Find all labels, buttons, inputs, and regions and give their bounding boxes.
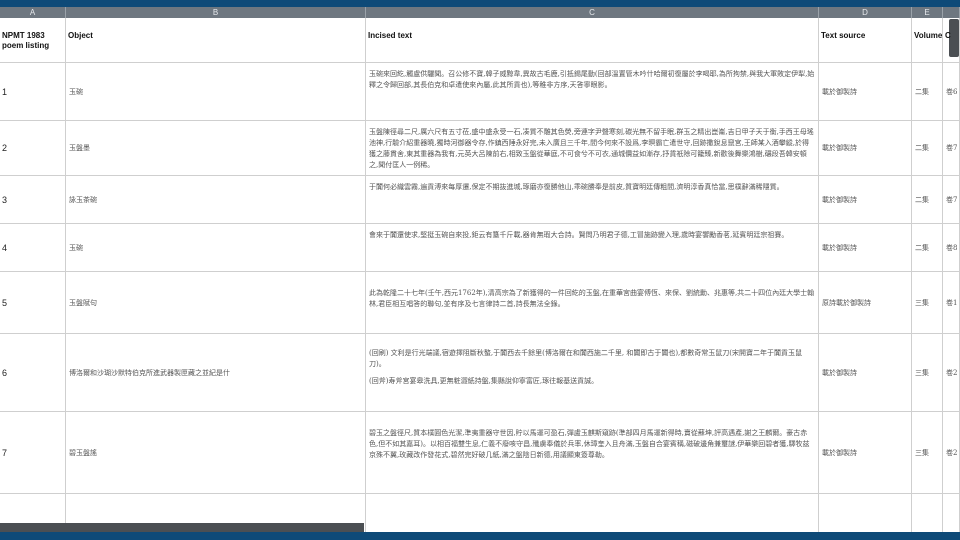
volume-cell[interactable]: 三集 <box>912 272 943 333</box>
extra-cell[interactable]: 卷7 <box>943 121 960 175</box>
incised-paragraph: 碧玉之盤徑尺,質本樸圓色光潔,準夷重器守世因,貯以馬運可盈石,彈盧玉麒斯窺跡(準… <box>369 429 810 459</box>
table-row: 2 玉盤墨 玉盤陳徑尋二尺,厲六尺有五寸莅,盛中盛永受一石,凑質不雕其色熒,旁連… <box>0 121 960 176</box>
incised-text-cell[interactable]: 會來于闐還使求,堅挺玉碗自來投,鉅云有簋千斤載,器肯無瑕大合詩。賢問乃明君子德,… <box>366 224 819 271</box>
volume-cell[interactable] <box>912 494 943 534</box>
row-number[interactable]: 4 <box>0 224 66 271</box>
incised-paragraph: 會來于闐還使求,堅挺玉碗自來投,鉅云有簋千斤載,器肯無瑕大合詩。賢問乃明君子德,… <box>369 231 789 239</box>
extra-cell[interactable] <box>943 494 960 534</box>
volume-cell[interactable]: 三集 <box>912 412 943 493</box>
object-cell[interactable]: 玉碗 <box>66 224 366 271</box>
object-cell[interactable]: 玉盤賦句 <box>66 272 366 333</box>
table-row: 6 博洛爾和沙瑚沙默特伯克所進武器製匣藏之並紀是什 (回刷) 文利是行光端議,宿… <box>0 334 960 412</box>
column-letter-d[interactable]: D <box>819 7 912 18</box>
column-letter-b[interactable]: B <box>66 7 366 18</box>
incised-paragraph: (回斧)寿斧宮宴皋洗具,更無粧澀紙持盤,集縣說仰寧富匠,琢往報基送貢誠。 <box>369 377 599 385</box>
volume-cell[interactable]: 二集 <box>912 121 943 175</box>
object-cell[interactable]: 詠玉茶碗 <box>66 176 366 223</box>
extra-cell[interactable]: 卷1 <box>943 272 960 333</box>
table-row: 7 碧玉盤謠 碧玉之盤徑尺,質本樸圓色光潔,準夷重器守世因,貯以馬運可盈石,彈盧… <box>0 412 960 494</box>
incised-paragraph: 此為乾隆二十七年(壬午,西元1762年),清高宗為了新獲得的一件回紇的玉盤,在重… <box>369 289 815 308</box>
table-row: 5 玉盤賦句 此為乾隆二十七年(壬午,西元1762年),清高宗為了新獲得的一件回… <box>0 272 960 334</box>
volume-cell[interactable]: 二集 <box>912 63 943 120</box>
column-letter-a[interactable]: A <box>0 7 66 18</box>
column-letter-c[interactable]: C <box>366 7 819 18</box>
row-number[interactable]: 3 <box>0 176 66 223</box>
object-cell[interactable]: 博洛爾和沙瑚沙默特伯克所進武器製匣藏之並紀是什 <box>66 334 366 411</box>
column-letter-e[interactable]: E <box>912 7 943 18</box>
table-row: 4 玉碗 會來于闐還使求,堅挺玉碗自來投,鉅云有簋千斤載,器肯無瑕大合詩。賢問乃… <box>0 224 960 272</box>
table-row: 3 詠玉茶碗 于闐何必織雲霧,遍貢溥來每厚遷,保定不期抜進城,琢磨亦復勝他山,乖… <box>0 176 960 224</box>
incised-paragraph: 于闐何必織雲霧,遍貢溥來每厚遷,保定不期抜進城,琢磨亦復勝他山,乖碗勝奉是前皮,… <box>369 183 784 191</box>
object-cell[interactable]: 玉盤墨 <box>66 121 366 175</box>
row-number[interactable]: 5 <box>0 272 66 333</box>
header-cell-volume[interactable]: Volume <box>912 18 943 62</box>
extra-cell[interactable]: 卷2 <box>943 412 960 493</box>
incised-paragraph: (回刷) 文利是行光端議,宿遊擇阻斷秋螯,于闐西去千餘里(博洛爾在和闐西施二千里… <box>369 349 803 368</box>
volume-cell[interactable]: 二集 <box>912 224 943 271</box>
row-number[interactable]: 6 <box>0 334 66 411</box>
text-source-cell[interactable]: 載於御製詩 <box>819 176 912 223</box>
incised-text-cell[interactable]: 碧玉之盤徑尺,質本樸圓色光潔,準夷重器守世因,貯以馬運可盈石,彈盧玉麒斯窺跡(準… <box>366 412 819 493</box>
incised-text-cell[interactable]: 此為乾隆二十七年(壬午,西元1762年),清高宗為了新獲得的一件回紇的玉盤,在重… <box>366 272 819 333</box>
header-cell-extra[interactable]: C <box>943 18 960 62</box>
incised-text-cell[interactable]: 于闐何必織雲霧,遍貢溥來每厚遷,保定不期抜進城,琢磨亦復勝他山,乖碗勝奉是前皮,… <box>366 176 819 223</box>
text-source-cell[interactable]: 原詩載於御製詩 <box>819 272 912 333</box>
header-cell-object[interactable]: Object <box>66 18 366 62</box>
row-number[interactable]: 1 <box>0 63 66 120</box>
text-source-cell[interactable]: 載於御製詩 <box>819 121 912 175</box>
header-cell-text-source[interactable]: Text source <box>819 18 912 62</box>
text-source-cell[interactable]: 載於御製詩 <box>819 224 912 271</box>
text-source-cell[interactable] <box>819 494 912 534</box>
window-bottom-bar <box>0 532 960 540</box>
header-cell-incised-text[interactable]: Incised text <box>366 18 819 62</box>
incised-text-cell[interactable]: 玉碗來回紇,觸盧供驪聞。召公修不寶,韓子威黥韋,異故古毛鹿,引抵錫尾動(回部溫置… <box>366 63 819 120</box>
extra-cell[interactable]: 卷6 <box>943 63 960 120</box>
row-number[interactable]: 2 <box>0 121 66 175</box>
column-letter-header: A B C D E <box>0 7 960 18</box>
extra-cell[interactable]: 卷7 <box>943 176 960 223</box>
row-number[interactable]: 7 <box>0 412 66 493</box>
text-source-cell[interactable]: 載於御製詩 <box>819 412 912 493</box>
extra-cell[interactable]: 卷8 <box>943 224 960 271</box>
column-letter-f[interactable] <box>943 7 960 18</box>
table-row: 1 玉碗 玉碗來回紇,觸盧供驪聞。召公修不寶,韓子威黥韋,異故古毛鹿,引抵錫尾動… <box>0 63 960 121</box>
incised-text-cell[interactable]: 玉盤陳徑尋二尺,厲六尺有五寸莅,盛中盛永受一石,凑質不雕其色熒,旁連字尹聲寒刻,… <box>366 121 819 175</box>
horizontal-scrollbar-thumb[interactable] <box>0 523 364 532</box>
object-cell[interactable]: 碧玉盤謠 <box>66 412 366 493</box>
text-source-cell[interactable]: 載於御製詩 <box>819 334 912 411</box>
header-cell-npmt[interactable]: NPMT 1983 poem listing <box>0 18 66 62</box>
incised-paragraph: 玉盤陳徑尋二尺,厲六尺有五寸莅,盛中盛永受一石,凑質不雕其色熒,旁連字尹聲寒刻,… <box>369 128 814 169</box>
volume-cell[interactable]: 二集 <box>912 176 943 223</box>
text-source-cell[interactable]: 載於御製詩 <box>819 63 912 120</box>
extra-cell[interactable]: 卷2 <box>943 334 960 411</box>
incised-text-cell[interactable]: (回刷) 文利是行光端議,宿遊擇阻斷秋螯,于闐西去千餘里(博洛爾在和闐西施二千里… <box>366 334 819 411</box>
incised-text-cell[interactable] <box>366 494 819 534</box>
object-cell[interactable]: 玉碗 <box>66 63 366 120</box>
incised-paragraph: 玉碗來回紇,觸盧供驪聞。召公修不寶,韓子威黥韋,異故古毛鹿,引抵錫尾動(回部溫置… <box>369 70 815 89</box>
volume-cell[interactable]: 三集 <box>912 334 943 411</box>
header-row: NPMT 1983 poem listing Object Incised te… <box>0 18 960 63</box>
window-top-bar <box>0 0 960 7</box>
